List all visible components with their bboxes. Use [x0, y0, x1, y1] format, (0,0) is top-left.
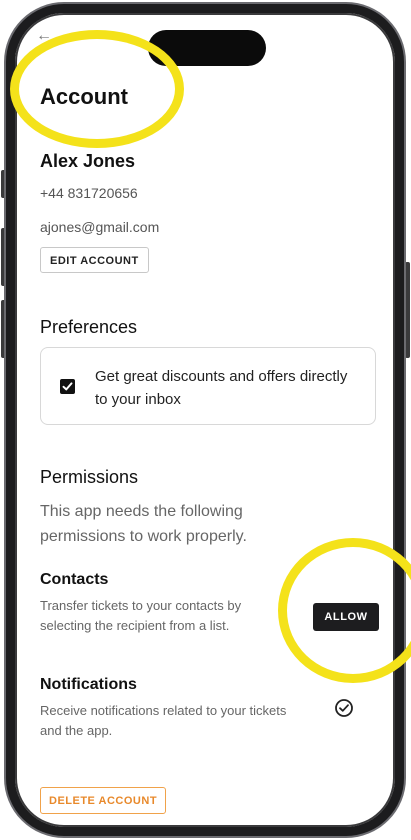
- notifications-permission-title: Notifications: [40, 676, 137, 693]
- back-arrow-icon[interactable]: ←: [36, 28, 52, 44]
- preferences-heading: Preferences: [40, 317, 138, 337]
- dynamic-island: [148, 30, 266, 66]
- notifications-permission-description: Receive notifications related to your ti…: [40, 703, 287, 738]
- account-phone: +44 831720656: [40, 185, 138, 201]
- permissions-heading: Permissions: [40, 467, 139, 487]
- check-circle-icon: [334, 698, 354, 723]
- page-title: Account: [40, 84, 128, 109]
- discounts-checkbox[interactable]: [60, 379, 75, 394]
- account-name: Alex Jones: [40, 151, 136, 171]
- discounts-option-label: Get great discounts and offers directly …: [95, 368, 348, 408]
- delete-account-button[interactable]: DELETE ACCOUNT: [40, 787, 167, 814]
- edit-account-button[interactable]: EDIT ACCOUNT: [40, 247, 149, 273]
- checkmark-icon: [62, 382, 73, 391]
- contacts-permission-title: Contacts: [40, 571, 109, 588]
- account-email: ajones@gmail.com: [40, 219, 160, 235]
- allow-contacts-button[interactable]: ALLOW: [313, 603, 379, 631]
- contacts-permission-description: Transfer tickets to your contacts by sel…: [40, 598, 242, 633]
- power-button: [405, 262, 410, 358]
- permissions-description: This app needs the following permissions…: [40, 503, 247, 545]
